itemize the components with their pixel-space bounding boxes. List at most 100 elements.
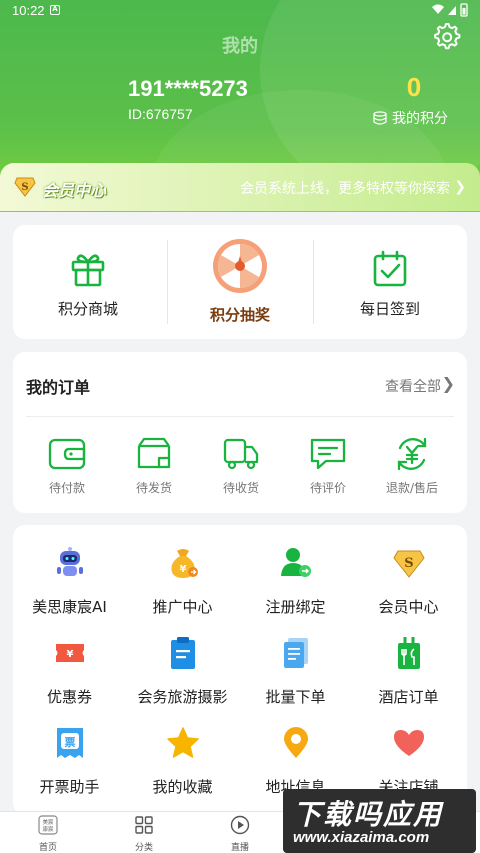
- service-label: 推广中心: [152, 598, 213, 616]
- play-icon: [230, 815, 250, 835]
- quick-actions-card: 积分商城 积分抽奖 每日签到: [13, 225, 467, 339]
- nav-home[interactable]: 美宸 康宸 首页: [0, 815, 96, 853]
- member-badge-letter: S: [21, 182, 28, 193]
- gear-icon: [434, 23, 461, 50]
- restaurant-icon: [397, 637, 420, 669]
- points-label: 我的积分: [392, 111, 448, 127]
- robot-icon: [56, 547, 83, 576]
- svg-text:¥: ¥: [66, 649, 73, 660]
- order-pending-receipt[interactable]: 待收货: [196, 436, 286, 496]
- home-logo-icon: 美宸 康宸: [38, 815, 58, 835]
- gift-icon: [71, 254, 105, 287]
- settings-button[interactable]: [430, 20, 462, 52]
- orders-title: 我的订单: [26, 378, 91, 397]
- chevron-right-icon: ❯: [454, 179, 466, 195]
- view-all-orders-link[interactable]: 查看全部: [385, 376, 441, 396]
- comment-icon: [310, 438, 346, 470]
- divider: [313, 240, 314, 324]
- star-icon: [166, 727, 199, 758]
- nav-label: 分类: [134, 843, 153, 853]
- points-link[interactable]: 我的积分: [372, 108, 448, 128]
- status-time: 10:22: [12, 3, 45, 18]
- points-mall-button[interactable]: 积分商城: [13, 225, 163, 339]
- service-coupon[interactable]: ¥ 优惠券: [13, 635, 126, 707]
- member-badge-icon: S: [392, 550, 425, 578]
- coins-icon: [373, 111, 387, 125]
- order-label: 待发货: [135, 481, 172, 495]
- service-label: 我的收藏: [152, 778, 213, 796]
- status-bar: 10:22 A: [0, 0, 480, 22]
- service-label: 注册绑定: [265, 598, 326, 616]
- order-pending-payment[interactable]: 待付款: [22, 436, 112, 496]
- chevron-right-icon[interactable]: ❯: [442, 374, 455, 393]
- service-label: 优惠券: [46, 688, 92, 706]
- service-label: 开票助手: [39, 778, 100, 796]
- watermark-url: www.xiazaima.com: [293, 829, 430, 846]
- user-phone: 191****5273: [128, 76, 248, 101]
- service-register-bind[interactable]: 注册绑定: [239, 545, 352, 617]
- order-label: 待评价: [309, 481, 346, 495]
- services-card: 美思康宸AI ¥ 推广中心 注册绑定 S 会员中心 ¥ 优惠券 会务旅游摄影 批…: [13, 525, 467, 815]
- notification-icon: A: [50, 5, 60, 15]
- signal-battery-icon: [432, 3, 468, 17]
- lottery-wheel-icon: [213, 239, 267, 293]
- site-watermark: 下载吗应用 www.xiazaima.com: [283, 789, 476, 853]
- heart-icon: [393, 730, 424, 756]
- divider: [26, 416, 454, 417]
- nav-label: 直播: [230, 843, 249, 853]
- order-label: 退款/售后: [385, 481, 439, 495]
- calendar-check-icon: [373, 250, 407, 287]
- quick-action-label: 积分抽奖: [209, 306, 270, 324]
- wallet-icon: [48, 438, 86, 470]
- service-travel-photo[interactable]: 会务旅游摄影: [126, 635, 239, 707]
- service-invoice[interactable]: 票 开票助手: [13, 725, 126, 797]
- service-bulk-order[interactable]: 批量下单: [239, 635, 352, 707]
- box-icon: [137, 437, 171, 469]
- svg-text:美宸: 美宸: [42, 818, 54, 826]
- my-orders-card: 我的订单 查看全部 ❯ 待付款 待发货 待收货 待评价 退款/售后: [13, 352, 467, 513]
- service-promotion[interactable]: ¥ 推广中心: [126, 545, 239, 617]
- service-hotel-order[interactable]: 酒店订单: [352, 635, 465, 707]
- nav-live[interactable]: 直播: [192, 815, 288, 853]
- user-id: ID:676757: [128, 106, 193, 122]
- money-bag-icon: ¥: [170, 549, 198, 578]
- member-banner[interactable]: S 会员中心 会员系统上线，更多特权等你探索 ❯: [0, 163, 480, 211]
- quick-action-label: 积分商城: [57, 300, 118, 318]
- profile-header: 10:22 A 我的 191****5273 ID:676757 0 我的积分 …: [0, 0, 480, 212]
- service-label: 美思康宸AI: [32, 598, 107, 616]
- points-value[interactable]: 0: [372, 72, 456, 103]
- service-label: 酒店订单: [378, 688, 439, 706]
- service-label: 会务旅游摄影: [137, 688, 228, 706]
- member-banner-text: 会员系统上线，更多特权等你探索: [240, 181, 450, 197]
- points-lottery-button[interactable]: 积分抽奖: [165, 225, 315, 339]
- refund-icon: [397, 437, 427, 471]
- member-badge-letter: S: [404, 556, 413, 571]
- service-followed-shops[interactable]: 关注店铺: [352, 725, 465, 797]
- ticket-icon: 票: [56, 728, 83, 758]
- member-banner-title: 会员中心: [42, 181, 107, 200]
- service-member-center[interactable]: S 会员中心: [352, 545, 465, 617]
- nav-label: 首页: [38, 843, 57, 853]
- clipboard-icon: [170, 637, 195, 669]
- status-icons: [430, 3, 470, 20]
- page-title: 我的: [222, 36, 258, 57]
- order-pending-review[interactable]: 待评价: [283, 436, 373, 496]
- order-refund[interactable]: 退款/售后: [367, 436, 457, 496]
- document-stack-icon: [283, 638, 308, 668]
- watermark-title: 下载吗应用: [293, 798, 444, 831]
- order-label: 待收货: [222, 481, 259, 495]
- nav-category[interactable]: 分类: [96, 815, 192, 853]
- order-pending-shipment[interactable]: 待发货: [109, 436, 199, 496]
- member-badge-icon: S: [14, 177, 36, 197]
- svg-text:票: 票: [64, 736, 75, 749]
- svg-text:¥: ¥: [179, 564, 186, 575]
- user-bind-icon: [280, 548, 311, 577]
- service-label: 批量下单: [265, 688, 326, 706]
- service-address[interactable]: 地址信息: [239, 725, 352, 797]
- location-pin-icon: [283, 727, 308, 758]
- grid-icon: [135, 816, 153, 834]
- daily-checkin-button[interactable]: 每日签到: [315, 225, 465, 339]
- service-favorites[interactable]: 我的收藏: [126, 725, 239, 797]
- quick-action-label: 每日签到: [359, 300, 420, 318]
- service-ai[interactable]: 美思康宸AI: [13, 545, 126, 617]
